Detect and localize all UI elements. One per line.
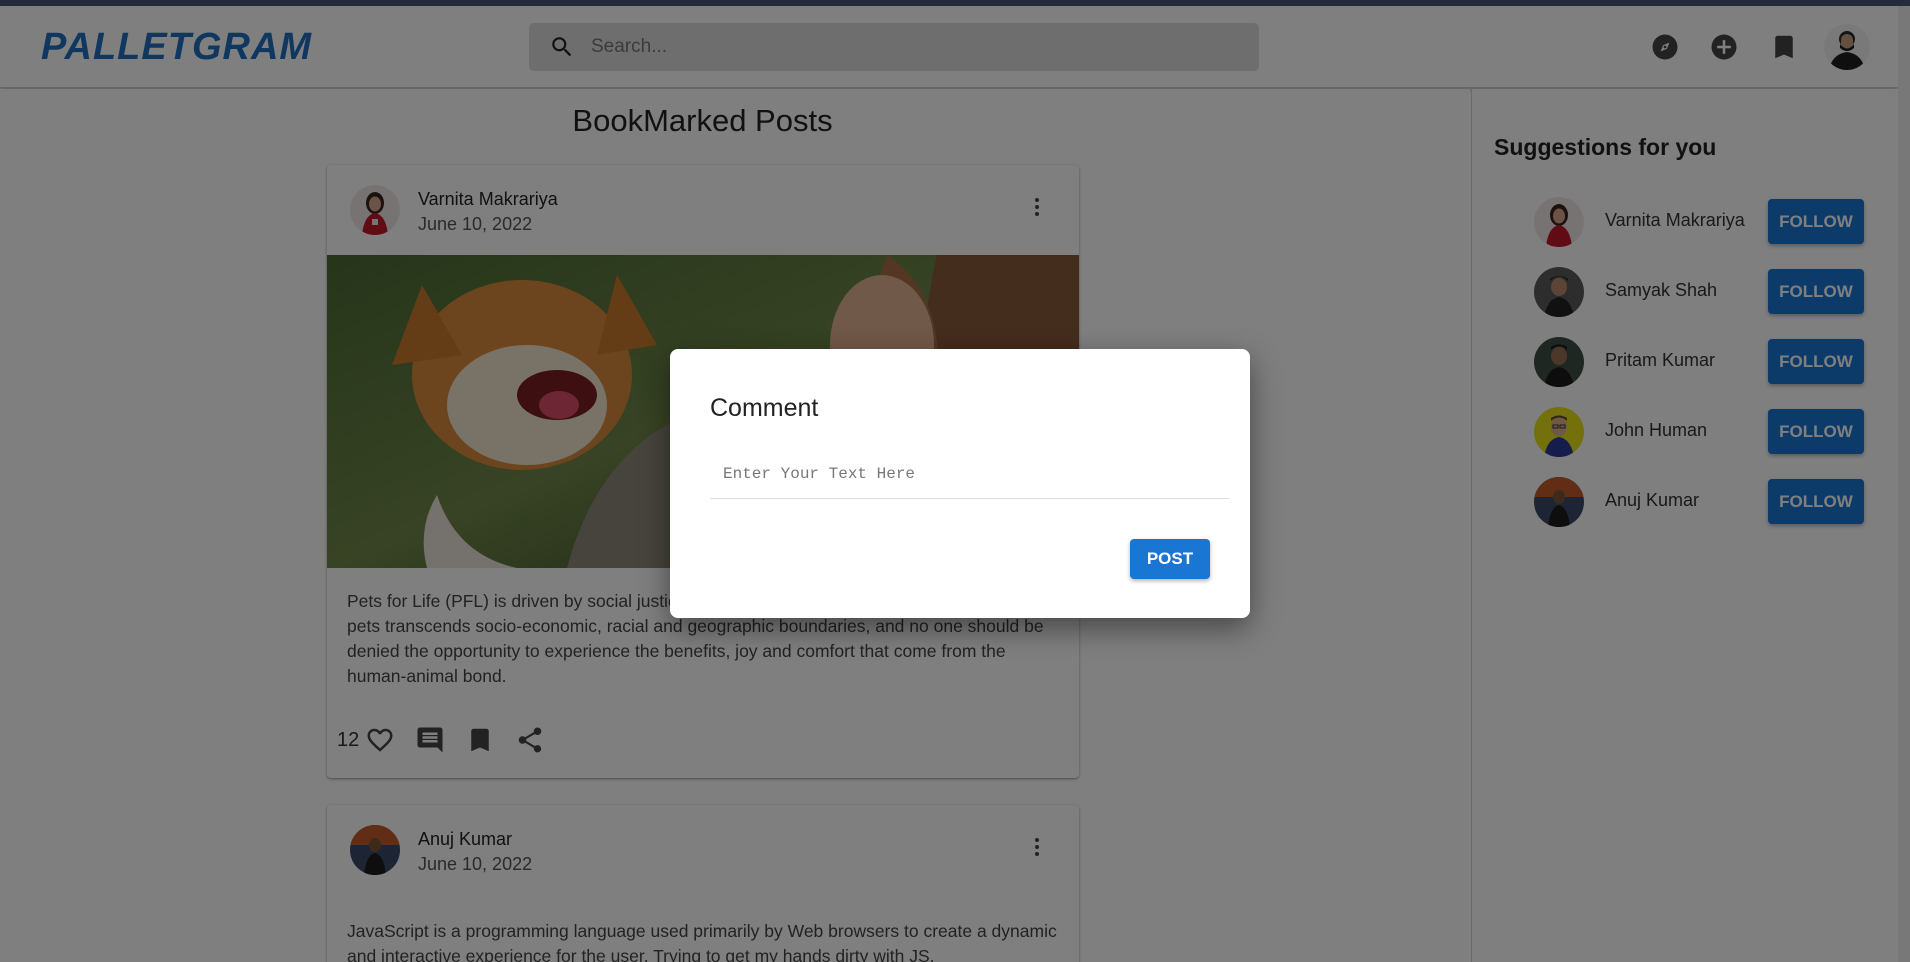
comment-dialog: Comment POST	[670, 349, 1250, 618]
dialog-title: Comment	[710, 394, 819, 422]
post-comment-button[interactable]: POST	[1130, 539, 1210, 579]
comment-input[interactable]	[710, 449, 1229, 499]
